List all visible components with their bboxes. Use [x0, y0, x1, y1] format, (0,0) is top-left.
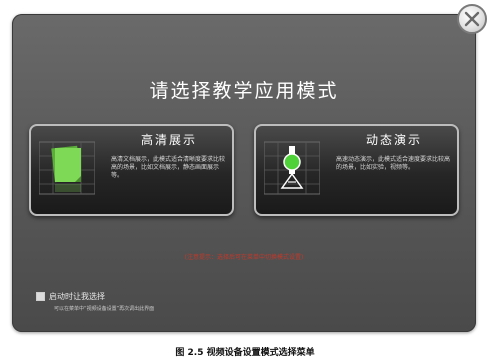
- close-button[interactable]: [457, 4, 487, 34]
- figure-caption: 图 2.5 视频设备设置模式选择菜单: [175, 348, 315, 358]
- hd-display-description: 高清文档展示，此模式适合清晰度要求比较高的场景，比如文档展示，静态画面展示等。: [111, 156, 226, 179]
- flask-icon: [264, 141, 320, 195]
- dialog-title: 请选择教学应用模式: [149, 80, 339, 102]
- dynamic-demo-description: 高速动态演示，此模式适合速度要求比较高的场景，比如实验，视频等。: [336, 156, 451, 171]
- startup-hint: 可以在菜单中“视频设备设置”再次调出此界面: [54, 306, 155, 312]
- mode-select-dialog: 请选择教学应用模式 高清展示 高清文档展示，此模式适合清晰度要求比较高的场景，比…: [12, 14, 476, 332]
- startup-option: 启动时让我选择: [36, 291, 105, 302]
- startup-checkbox-label[interactable]: 启动时让我选择: [49, 291, 105, 302]
- hd-display-title: 高清展示: [140, 133, 197, 147]
- document-icon: [39, 141, 95, 195]
- dynamic-demo-button[interactable]: 动态演示 高速动态演示，此模式适合速度要求比较高的场景，比如实验，视频等。: [254, 124, 459, 216]
- hd-display-button[interactable]: 高清展示 高清文档展示，此模式适合清晰度要求比较高的场景，比如文档展示，静态画面…: [29, 124, 234, 216]
- notice-text: (注意提示：选择后可在菜单中切换模式设置): [184, 254, 304, 261]
- dynamic-demo-title: 动态演示: [365, 133, 422, 147]
- close-icon: [464, 11, 480, 27]
- startup-checkbox[interactable]: [36, 292, 45, 301]
